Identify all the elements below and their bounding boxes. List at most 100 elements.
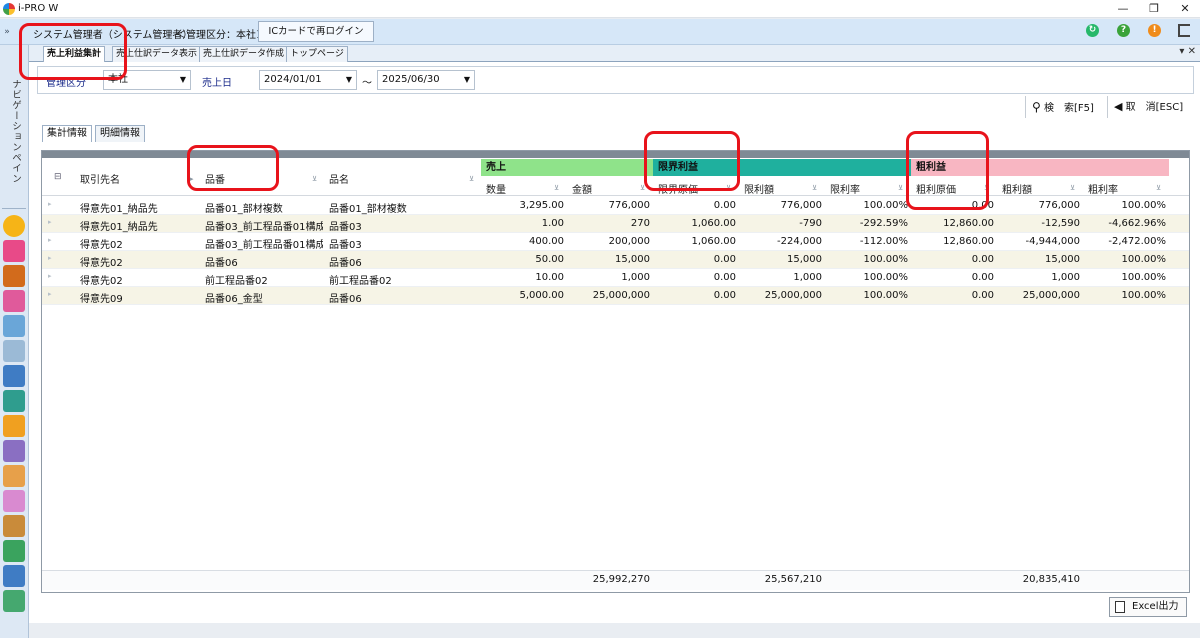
cell-quantity: 3,295.00: [519, 200, 564, 211]
sales-date-label: 売上日: [202, 78, 232, 89]
window-title-bar: i-PRO W — ❐ ✕: [0, 0, 1200, 18]
header-gross-rate[interactable]: 粗利率: [1088, 181, 1118, 196]
cell-gross-rate: 100.00%: [1121, 272, 1167, 283]
row-indicator-icon: ▸: [48, 254, 52, 262]
refresh-icon[interactable]: ↻: [1086, 24, 1099, 37]
warehouse-icon[interactable]: [3, 390, 25, 412]
date-from-picker[interactable]: 2024/01/01 ▼: [259, 70, 357, 90]
cell-marginal-rate: 100.00%: [863, 200, 909, 211]
document-tab-strip: 売上利益集計 売上仕訳データ表示 売上仕訳データ作成 トップページ ▾ ✕: [29, 45, 1200, 63]
row-indicator-icon: ▸: [48, 200, 52, 208]
tab-close-icon[interactable]: ▾ ✕: [1179, 46, 1196, 57]
summary-grid: ⊟ 取引先名 ▸ 品番 ⊻ 品名 ⊻ 売上 限界利益 粗利益 数量 ⊻ 金額 ⊻…: [41, 150, 1190, 593]
ic-card-relogin-button[interactable]: ICカードで再ログイン: [258, 21, 374, 42]
search-button[interactable]: ⚲ 検 索[F5]: [1025, 96, 1105, 118]
cell-item-name: 品番06: [329, 258, 362, 269]
header-marginal-rate[interactable]: 限利率: [830, 181, 860, 196]
filter-icon[interactable]: ⊻: [312, 175, 317, 183]
excel-export-button[interactable]: Excel出力: [1109, 597, 1187, 617]
filter-icon[interactable]: ⊻: [1070, 184, 1075, 192]
report-icon[interactable]: [3, 465, 25, 487]
cell-gross-profit: 776,000: [1038, 200, 1080, 211]
tab-top-page[interactable]: トップページ: [286, 46, 348, 62]
favorites-star-icon[interactable]: [3, 215, 25, 237]
header-gross-profit[interactable]: 粗利額: [1002, 181, 1032, 196]
tab-detail-info[interactable]: 明細情報: [95, 125, 145, 142]
cell-gross-rate: -4,662.96%: [1108, 218, 1166, 229]
header-quantity[interactable]: 数量: [486, 181, 506, 196]
cell-customer: 得意先01_納品先: [80, 204, 158, 215]
cell-gross-profit: 1,000: [1051, 272, 1080, 283]
filter-icon[interactable]: ⊻: [898, 184, 903, 192]
cell-quantity: 10.00: [535, 272, 564, 283]
table-row[interactable]: ▸ 得意先01_納品先 品番01_部材複数 品番01_部材複数 3,295.00…: [42, 197, 1189, 215]
schedule-icon[interactable]: [3, 340, 25, 362]
tab-sales-journal-create[interactable]: 売上仕訳データ作成: [199, 46, 289, 62]
header-marginal-profit[interactable]: 限利額: [744, 181, 774, 196]
chevron-down-icon: ▼: [345, 75, 352, 84]
cell-item-no: 品番03_前工程品番01構成: [205, 222, 323, 233]
cell-marginal-rate: 100.00%: [863, 254, 909, 265]
cancel-button[interactable]: ◀ 取 消[ESC]: [1107, 96, 1193, 118]
truck-icon[interactable]: [3, 265, 25, 287]
navigation-pane-label: ナビゲーションペイン: [10, 79, 21, 184]
cell-item-no: 品番06: [205, 258, 238, 269]
filter-icon[interactable]: ⊻: [554, 184, 559, 192]
cell-item-no: 品番01_部材複数: [205, 204, 283, 215]
cell-marginal-profit: -790: [799, 218, 822, 229]
cell-marginal-profit: 776,000: [780, 200, 822, 211]
table-row[interactable]: ▸ 得意先02 品番06 品番06 50.00 15,000 0.00 15,0…: [42, 251, 1189, 269]
grid-footer-totals: 25,992,270 25,567,210 20,835,410: [42, 570, 1189, 590]
chart-image-icon[interactable]: [3, 590, 25, 612]
cell-amount: 25,000,000: [592, 290, 650, 301]
expand-all-icon[interactable]: ⊟: [54, 172, 62, 182]
search-icon: ⚲: [1032, 100, 1041, 114]
gears-icon[interactable]: [3, 440, 25, 462]
cell-amount: 776,000: [608, 200, 650, 211]
cell-gross-rate: -2,472.00%: [1108, 236, 1166, 247]
filter-icon[interactable]: ⊻: [469, 175, 474, 183]
table-row[interactable]: ▸ 得意先02 品番03_前工程品番01構成 品番03 400.00 200,0…: [42, 233, 1189, 251]
date-from-value: 2024/01/01: [264, 74, 322, 85]
cell-gross-profit: 25,000,000: [1022, 290, 1080, 301]
cell-amount: 1,000: [621, 272, 650, 283]
table-row[interactable]: ▸ 得意先02 前工程品番02 前工程品番02 10.00 1,000 0.00…: [42, 269, 1189, 287]
terminal-icon[interactable]: [3, 565, 25, 587]
maximize-button[interactable]: ❐: [1146, 1, 1162, 17]
filter-icon[interactable]: ⊻: [812, 184, 817, 192]
user-info-bar: » システム管理者（システム管理者） ＜管理区分：本社＞ ICカードで再ログイン…: [0, 19, 1200, 45]
header-customer[interactable]: 取引先名: [80, 171, 120, 186]
help-icon[interactable]: ?: [1117, 24, 1130, 37]
device-icon[interactable]: [3, 365, 25, 387]
tab-summary-info[interactable]: 集計情報: [42, 125, 92, 142]
highlight-box: [187, 145, 279, 191]
date-to-picker[interactable]: 2025/06/30 ▼: [377, 70, 475, 90]
header-amount[interactable]: 金額: [572, 181, 592, 196]
logout-icon[interactable]: [1178, 24, 1190, 37]
alert-icon[interactable]: !: [1148, 24, 1161, 37]
package-icon[interactable]: [3, 515, 25, 537]
highlight-box: [19, 23, 127, 80]
table-row[interactable]: ▸ 得意先01_納品先 品番03_前工程品番01構成 品番03 1.00 270…: [42, 215, 1189, 233]
group-header-sales: 売上: [481, 159, 653, 176]
transfer-icon[interactable]: [3, 315, 25, 337]
chevron-down-icon: ▼: [463, 75, 470, 84]
cart-icon[interactable]: [3, 240, 25, 262]
filter-icon[interactable]: ⊻: [1156, 184, 1161, 192]
cell-gross-rate: 100.00%: [1121, 290, 1167, 301]
cell-gross-rate: 100.00%: [1121, 254, 1167, 265]
minimize-button[interactable]: —: [1115, 1, 1131, 17]
cell-quantity: 400.00: [529, 236, 564, 247]
header-item-name[interactable]: 品名: [329, 171, 349, 186]
cell-gross-cost: 12,860.00: [943, 236, 994, 247]
sales-cart-icon[interactable]: [3, 290, 25, 312]
search-item-icon[interactable]: [3, 540, 25, 562]
group-icon[interactable]: [3, 490, 25, 512]
row-indicator-icon: ▸: [48, 290, 52, 298]
table-row[interactable]: ▸ 得意先09 品番06_金型 品番06 5,000.00 25,000,000…: [42, 287, 1189, 305]
pane-toggle-icon[interactable]: »: [0, 19, 14, 45]
cell-gross-profit: -12,590: [1041, 218, 1080, 229]
cell-marginal-rate: 100.00%: [863, 272, 909, 283]
warning-icon[interactable]: [3, 415, 25, 437]
close-window-button[interactable]: ✕: [1177, 1, 1193, 17]
